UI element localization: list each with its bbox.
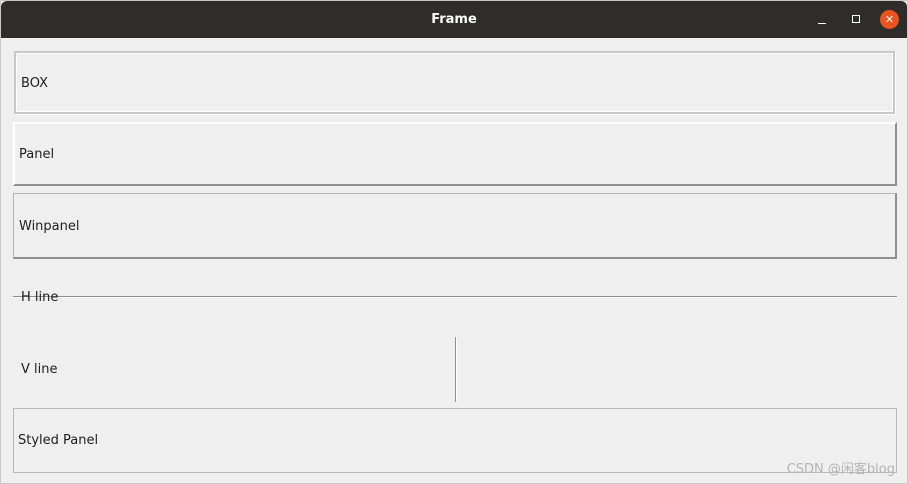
close-button[interactable]: ✕ — [880, 10, 899, 29]
box-frame — [14, 51, 895, 114]
vline-label: V line — [21, 362, 58, 377]
styled-panel-frame — [13, 408, 897, 473]
app-window: Frame ✕ BOX Panel Winpanel H line V line… — [0, 0, 908, 484]
watermark-text: CSDN @闲客blog — [786, 462, 895, 477]
winpanel-frame — [13, 193, 897, 259]
title-bar[interactable]: Frame ✕ — [1, 1, 907, 38]
winpanel-label: Winpanel — [19, 219, 80, 234]
box-label: BOX — [21, 76, 48, 91]
maximize-button[interactable] — [846, 10, 866, 30]
panel-label: Panel — [19, 147, 55, 162]
minimize-icon — [818, 23, 826, 24]
vertical-line — [455, 337, 457, 402]
minimize-button[interactable] — [812, 10, 832, 30]
panel-frame — [13, 122, 897, 186]
horizontal-line — [13, 296, 897, 298]
styled-panel-label: Styled Panel — [18, 433, 99, 448]
window-title: Frame — [431, 12, 477, 27]
maximize-icon — [852, 15, 860, 23]
hline-label: H line — [21, 290, 59, 305]
close-icon: ✕ — [884, 13, 895, 26]
